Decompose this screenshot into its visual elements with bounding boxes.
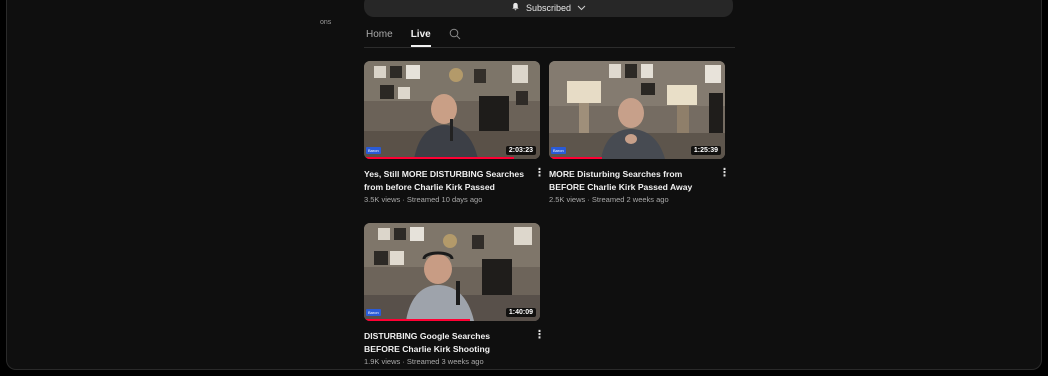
- video-title[interactable]: Yes, Still MORE DISTURBING Searches from…: [364, 168, 524, 193]
- video-card[interactable]: Baron 2:03:23 Yes, Still MORE DISTURBING…: [364, 61, 545, 204]
- watch-progress-bar: [364, 157, 514, 159]
- video-title[interactable]: DISTURBING Google Searches BEFORE Charli…: [364, 330, 524, 355]
- chevron-down-icon: [577, 4, 586, 13]
- subscribed-label: Subscribed: [525, 3, 572, 13]
- video-thumbnail[interactable]: Baron 1:40:09: [364, 223, 540, 321]
- more-options-icon[interactable]: ⋮: [534, 168, 545, 204]
- subscribed-button[interactable]: Subscribed: [364, 0, 733, 17]
- video-duration: 2:03:23: [505, 146, 536, 155]
- tab-live[interactable]: Live: [410, 29, 431, 47]
- sidebar-fragment: ons: [320, 19, 332, 26]
- video-stats: 1.9K views · Streamed 3 weeks ago: [364, 357, 484, 366]
- more-options-icon[interactable]: ⋮: [719, 168, 730, 204]
- thumbnail-image: [364, 61, 540, 159]
- video-thumbnail[interactable]: Baron 2:03:23: [364, 61, 540, 159]
- channel-tabs: Home Live: [364, 22, 735, 48]
- watch-progress-bar: [549, 157, 602, 159]
- thumbnail-image: [364, 223, 540, 321]
- video-thumbnail[interactable]: Baron 1:25:39: [549, 61, 725, 159]
- video-card[interactable]: Baron 1:40:09 DISTURBING Google Searches…: [364, 223, 545, 366]
- app-window: ons Subscribed Home Live Baron 2:03:23 Y…: [6, 0, 1042, 370]
- watch-progress-bar: [364, 319, 470, 321]
- search-icon[interactable]: [449, 28, 461, 40]
- video-duration: 1:40:09: [505, 308, 536, 317]
- channel-watermark: Baron: [366, 309, 381, 316]
- video-title[interactable]: MORE Disturbing Searches from BEFORE Cha…: [549, 168, 709, 193]
- tab-home[interactable]: Home: [366, 29, 393, 47]
- video-stats: 3.5K views · Streamed 10 days ago: [364, 195, 483, 204]
- video-card[interactable]: Baron 1:25:39 MORE Disturbing Searches f…: [549, 61, 730, 204]
- channel-watermark: Baron: [551, 147, 566, 154]
- video-duration: 1:25:39: [690, 146, 721, 155]
- video-stats: 2.5K views · Streamed 2 weeks ago: [549, 195, 669, 204]
- more-options-icon[interactable]: ⋮: [534, 330, 545, 366]
- thumbnail-image: [549, 61, 725, 159]
- channel-watermark: Baron: [366, 147, 381, 154]
- bell-icon: [511, 2, 520, 13]
